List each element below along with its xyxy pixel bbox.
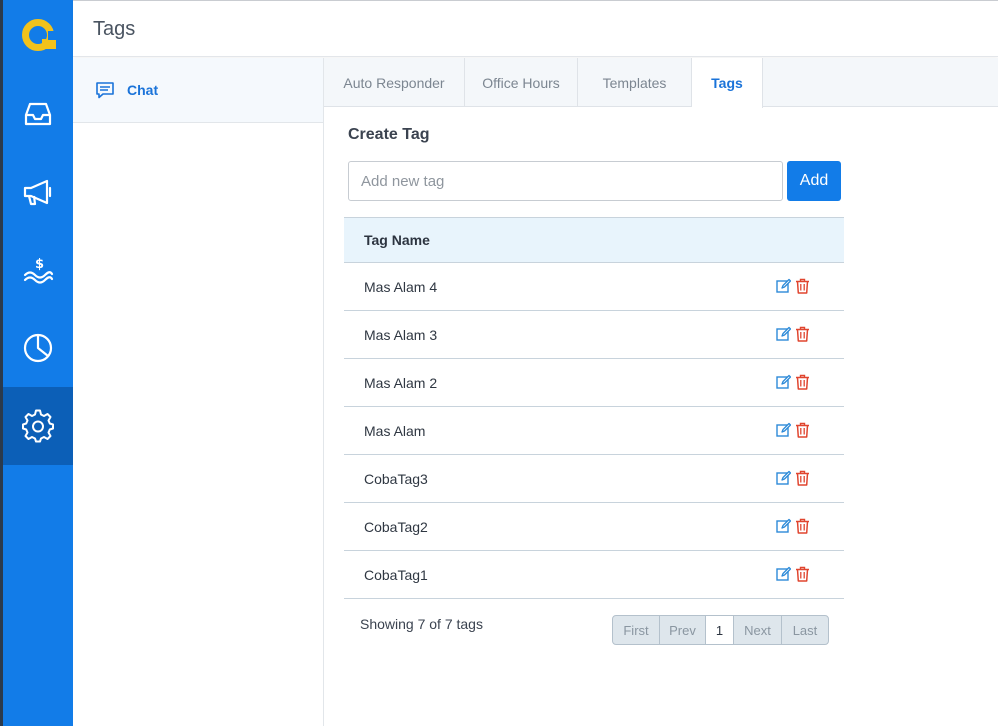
edit-icon[interactable] <box>776 326 791 342</box>
page-prev-button[interactable]: Prev <box>660 616 706 644</box>
edit-icon[interactable] <box>776 470 791 486</box>
table-row: Mas Alam 4 <box>344 263 844 311</box>
trash-icon[interactable] <box>795 566 810 582</box>
pie-chart-icon <box>23 333 53 363</box>
rail-item-settings[interactable] <box>3 387 73 465</box>
row-actions <box>776 566 810 582</box>
tag-name-cell: CobaTag2 <box>364 518 428 535</box>
tab-auto-responder[interactable]: Auto Responder <box>324 58 465 107</box>
showing-count: Showing 7 of 7 tags <box>360 616 483 632</box>
tag-name-cell: Mas Alam 4 <box>364 278 438 295</box>
table-row: CobaTag3 <box>344 455 844 503</box>
table-row: CobaTag1 <box>344 551 844 599</box>
page-title: Tags <box>93 18 136 40</box>
table-body: Mas Alam 4 Mas Alam 3 Mas Alam 2 Mas Alam Co… <box>344 263 844 599</box>
table-header: Tag Name <box>344 217 844 263</box>
tab-templates[interactable]: Templates <box>578 58 692 107</box>
rail-item-inbox[interactable] <box>3 75 73 153</box>
tag-name-cell: CobaTag3 <box>364 470 428 487</box>
edit-icon[interactable] <box>776 566 791 582</box>
tags-table: Tag Name Mas Alam 4 Mas Alam 3 Mas Alam 2M… <box>344 217 844 599</box>
tag-name-cell: Mas Alam 3 <box>364 326 438 343</box>
rail-item-reports[interactable] <box>3 309 73 387</box>
table-row: Mas Alam 3 <box>344 311 844 359</box>
table-row: Mas Alam <box>344 407 844 455</box>
row-actions <box>776 470 810 486</box>
gear-icon <box>22 409 54 443</box>
page-last-button[interactable]: Last <box>782 616 828 644</box>
create-tag-title: Create Tag <box>348 126 430 143</box>
column-header-tag-name: Tag Name <box>364 232 430 248</box>
tag-name-cell: CobaTag1 <box>364 566 428 583</box>
trash-icon[interactable] <box>795 470 810 486</box>
edit-icon[interactable] <box>776 374 791 390</box>
edit-icon[interactable] <box>776 422 791 438</box>
rail-item-broadcast[interactable] <box>3 153 73 231</box>
row-actions <box>776 374 810 390</box>
app-logo[interactable] <box>17 14 61 58</box>
settings-tabs: Auto Responder Office Hours Templates Ta… <box>324 58 998 108</box>
page-header: Tags <box>73 0 998 57</box>
tag-name-cell: Mas Alam 2 <box>364 374 438 391</box>
chat-icon <box>96 82 114 99</box>
logo-icon <box>22 19 58 51</box>
inbox-icon <box>24 102 52 126</box>
trash-icon[interactable] <box>795 278 810 294</box>
edit-icon[interactable] <box>776 518 791 534</box>
row-actions <box>776 278 810 294</box>
pagination: First Prev 1 Next Last <box>612 615 829 645</box>
tab-office-hours[interactable]: Office Hours <box>465 58 578 107</box>
trash-icon[interactable] <box>795 518 810 534</box>
subnav-item-label: Chat <box>127 82 159 98</box>
add-tag-button[interactable]: Add <box>787 161 841 201</box>
billing-icon: $ <box>23 257 54 284</box>
page-first-button[interactable]: First <box>613 616 660 644</box>
app-root: $ Tags Chat Auto Responder Office Hours … <box>0 0 998 726</box>
tab-tags[interactable]: Tags <box>692 58 763 108</box>
table-row: CobaTag2 <box>344 503 844 551</box>
edit-icon[interactable] <box>776 278 791 294</box>
trash-icon[interactable] <box>795 422 810 438</box>
trash-icon[interactable] <box>795 374 810 390</box>
row-actions <box>776 326 810 342</box>
trash-icon[interactable] <box>795 326 810 342</box>
row-actions <box>776 518 810 534</box>
rail-item-billing[interactable]: $ <box>3 231 73 309</box>
row-actions <box>776 422 810 438</box>
new-tag-input[interactable] <box>348 161 783 201</box>
settings-sidebar: Chat <box>73 58 324 726</box>
svg-text:$: $ <box>35 257 44 272</box>
page-number-button[interactable]: 1 <box>706 616 734 644</box>
subnav-item-chat[interactable]: Chat <box>73 58 323 123</box>
table-row: Mas Alam 2 <box>344 359 844 407</box>
megaphone-icon <box>23 179 52 206</box>
main-rail: $ <box>0 0 73 726</box>
page-next-button[interactable]: Next <box>734 616 782 644</box>
tag-name-cell: Mas Alam <box>364 422 426 439</box>
